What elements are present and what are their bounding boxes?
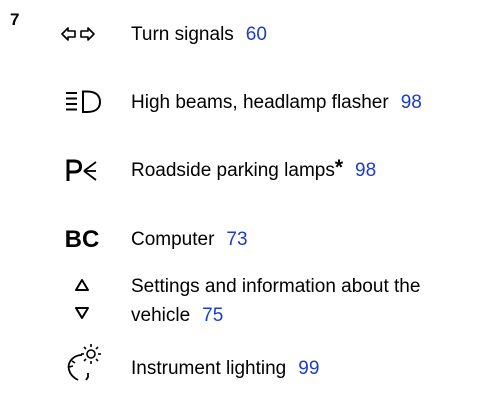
computer-icon-text: BC <box>64 226 100 253</box>
page-reference-link[interactable]: 73 <box>226 229 247 250</box>
section-number: 7 <box>10 10 20 29</box>
item-label: Turn signals <box>131 24 234 45</box>
page-reference-link[interactable]: 60 <box>246 24 267 45</box>
item-label: High beams, headlamp flasher <box>131 92 389 113</box>
page-reference-link[interactable]: 98 <box>355 160 376 181</box>
item-label: Roadside parking lamps <box>131 160 335 181</box>
page-reference-link[interactable]: 99 <box>298 358 319 379</box>
turn-signals-icon <box>42 27 122 41</box>
item-label: Instrument lighting <box>131 358 287 379</box>
item-label: Computer <box>131 229 215 250</box>
page-reference-link[interactable]: 75 <box>202 305 223 326</box>
item-label-line2: vehicle <box>131 305 191 326</box>
high-beams-icon <box>42 90 122 114</box>
instrument-lighting-icon <box>42 342 122 382</box>
roadside-parking-lamps-icon <box>42 159 122 183</box>
page-reference-link[interactable]: 98 <box>401 92 422 113</box>
computer-icon: BC <box>42 226 122 254</box>
settings-arrows-icon <box>42 274 122 324</box>
optional-equipment-asterisk: * <box>334 156 344 179</box>
item-label-line1: Settings and information about the <box>131 276 421 297</box>
